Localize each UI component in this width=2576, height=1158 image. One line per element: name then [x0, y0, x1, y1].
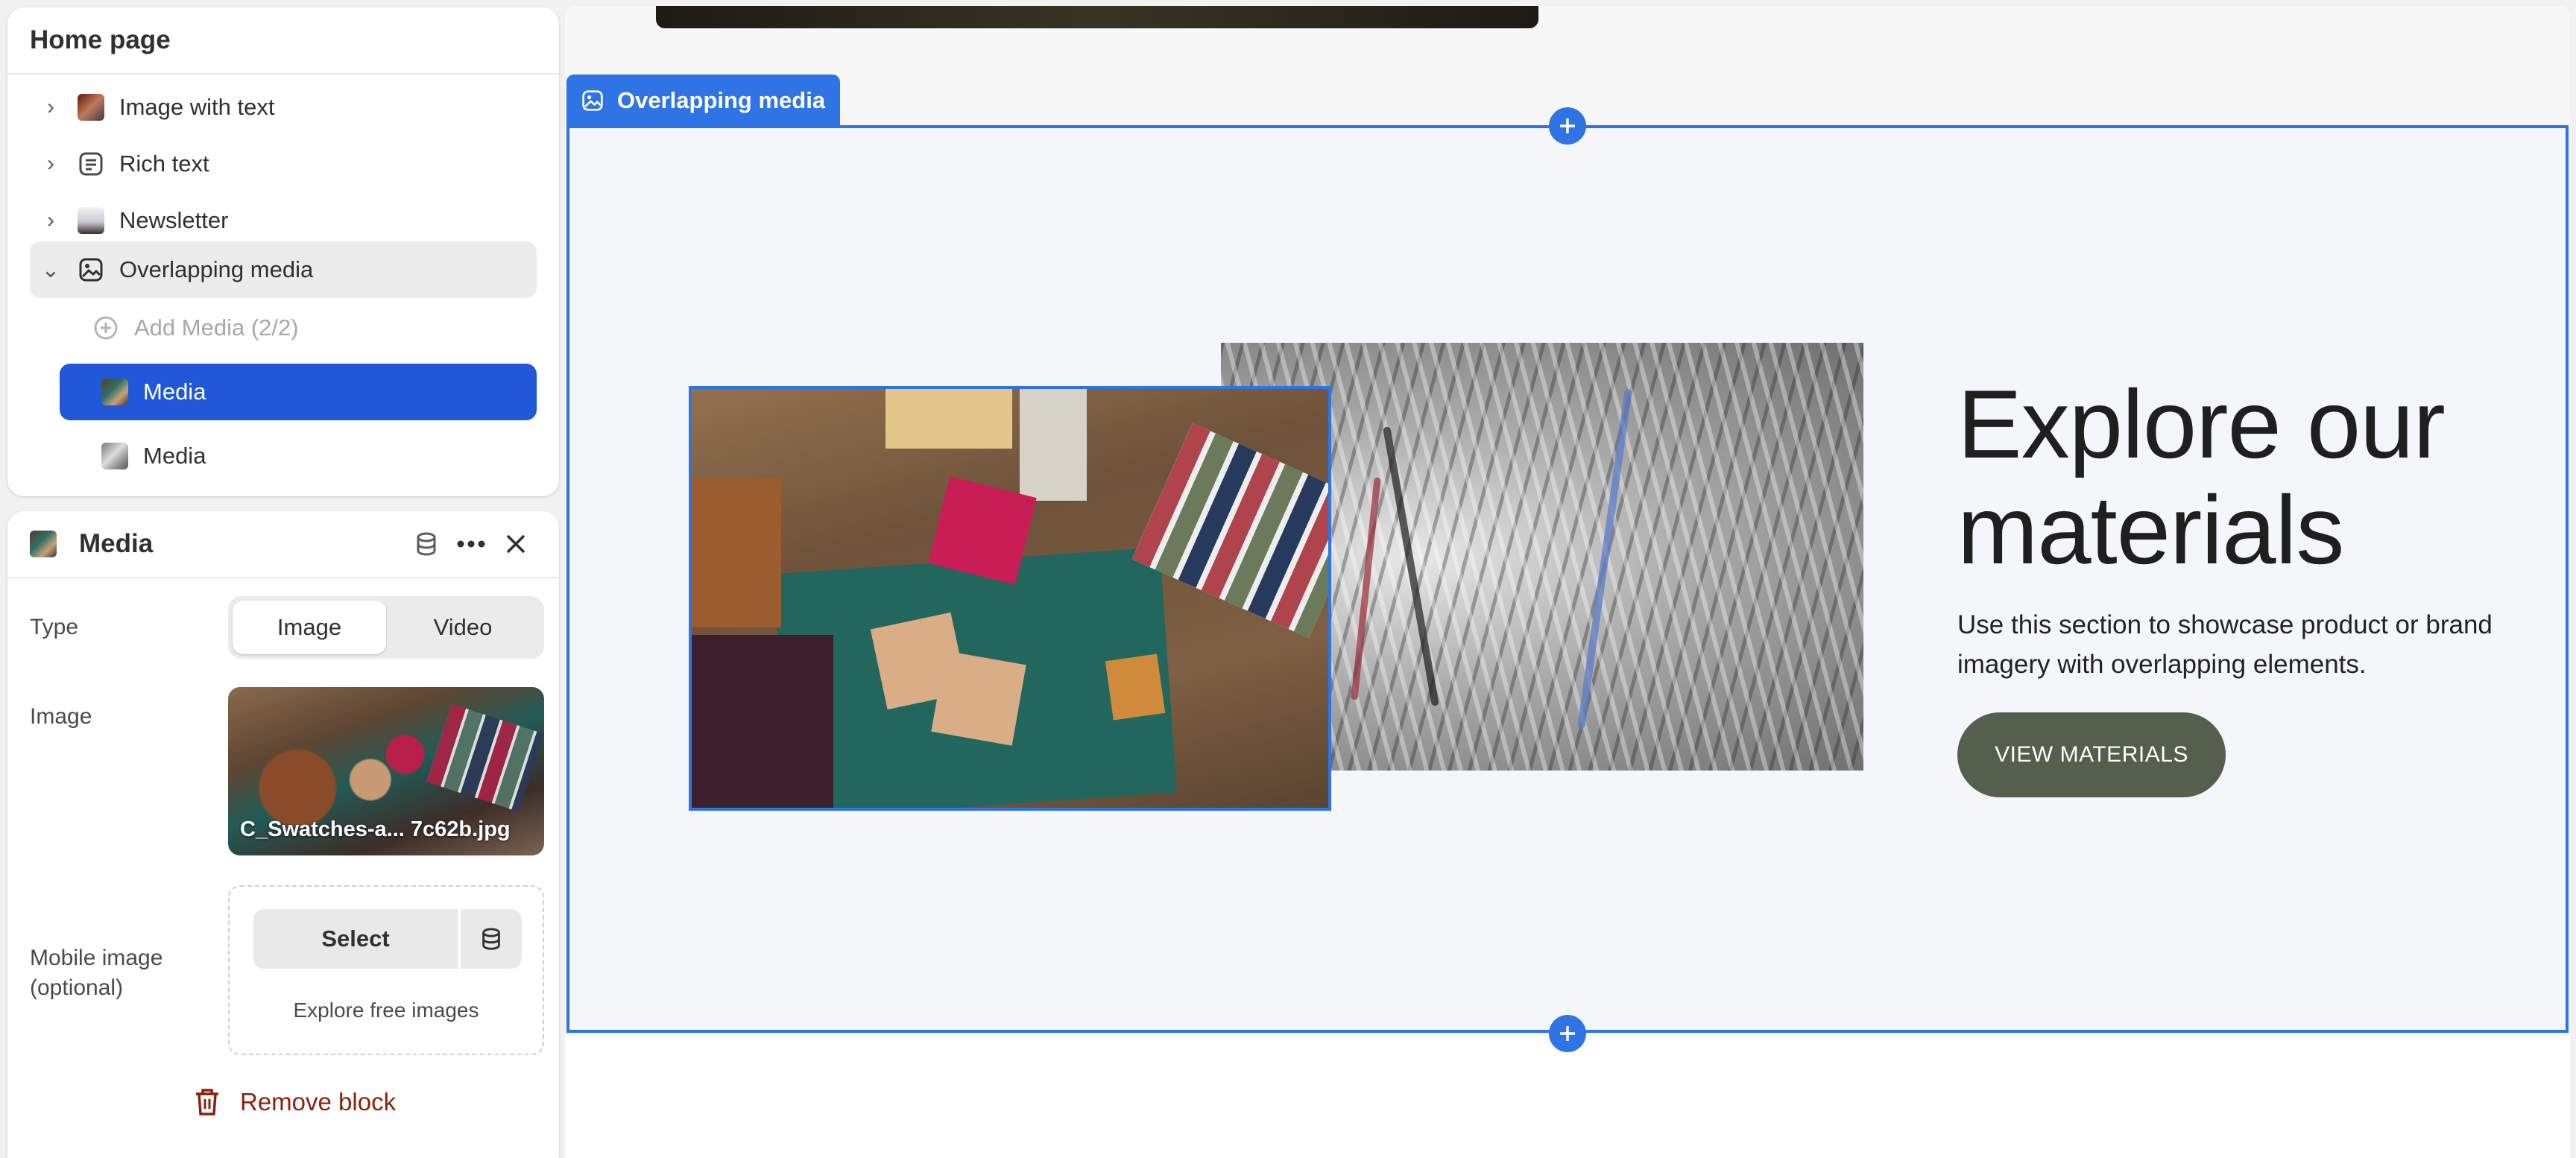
add-section-below-button[interactable] [1549, 1015, 1586, 1052]
section-thumbnail [78, 94, 104, 121]
leather-swatch [692, 478, 781, 627]
tree-item-media-1[interactable]: Media [60, 364, 537, 420]
type-label: Type [30, 615, 79, 639]
media-image-swatches[interactable] [689, 386, 1331, 811]
add-media-button[interactable]: Add Media (2/2) [60, 300, 537, 356]
tree-item-label: Newsletter [119, 207, 229, 233]
add-media-label: Add Media (2/2) [134, 314, 299, 341]
media-thumbnail [30, 531, 57, 557]
media-thumbnail [101, 379, 128, 405]
tree-item-image-with-text[interactable]: › Image with text [30, 79, 537, 136]
leather-patch [931, 651, 1026, 746]
close-icon[interactable] [495, 523, 537, 565]
tree-item-label: Media [143, 443, 206, 469]
tree-item-label: Media [143, 379, 206, 405]
image-preview-detail [426, 703, 544, 812]
tree-item-overlapping-media[interactable]: ⌄ Overlapping media [30, 241, 537, 298]
select-image-button[interactable]: Select [253, 909, 458, 969]
trash-icon [191, 1086, 224, 1119]
image-section-icon [78, 256, 104, 283]
section-tag-label: Overlapping media [617, 87, 826, 113]
section-heading: Explore our materials [1957, 370, 2446, 584]
chevron-right-icon[interactable]: › [36, 95, 66, 120]
image-picker[interactable]: C_Swatches-a... 7c62b.jpg [228, 687, 544, 855]
page-title: Home page [7, 7, 559, 75]
settings-title: Media [79, 529, 154, 558]
wool-fiber-detail [1351, 477, 1381, 700]
image-section-icon [581, 89, 604, 112]
chevron-down-icon[interactable]: ⌄ [36, 257, 66, 283]
type-segmented-control: Image Video [228, 596, 544, 659]
wool-fiber-detail [1577, 388, 1632, 730]
structure-panel: Home page › Image with text › Rich text … [7, 7, 559, 496]
chevron-right-icon[interactable]: › [36, 151, 66, 177]
type-option-image[interactable]: Image [233, 601, 386, 654]
fabric-book [692, 635, 833, 808]
mobile-image-label: Mobile image (optional) [30, 946, 163, 1000]
image-filename: C_Swatches-a... 7c62b.jpg [240, 817, 511, 841]
tree-item-rich-text[interactable]: › Rich text [30, 136, 537, 192]
wool-fiber-detail [1383, 426, 1439, 706]
tree-item-media-2[interactable]: Media [60, 428, 537, 484]
database-icon[interactable] [405, 523, 447, 565]
mobile-image-picker: Select Explore free images [228, 885, 544, 1055]
felt-swatch [1020, 389, 1087, 501]
section-tag[interactable]: Overlapping media [566, 75, 841, 127]
add-section-above-button[interactable] [1549, 107, 1586, 145]
tree-item-label: Rich text [119, 151, 209, 177]
plus-circle-icon [92, 314, 119, 341]
explore-free-images-link[interactable]: Explore free images [230, 999, 543, 1022]
select-group: Select [253, 909, 522, 969]
tree-item-label: Overlapping media [119, 256, 314, 282]
paper-swatch [886, 389, 1012, 449]
tree-item-newsletter[interactable]: › Newsletter [30, 192, 537, 249]
type-option-video[interactable]: Video [386, 601, 540, 654]
image-label: Image [30, 704, 92, 729]
view-materials-button[interactable]: VIEW MATERIALS [1957, 712, 2226, 797]
section-body-text: Use this section to showcase product or … [1957, 610, 2493, 679]
remove-block-label: Remove block [240, 1088, 397, 1116]
section-thumbnail [78, 207, 104, 234]
chevron-right-icon[interactable]: › [36, 208, 66, 233]
remove-block-button[interactable]: Remove block [191, 1083, 396, 1121]
text-block-icon [78, 151, 104, 177]
tree-item-label: Image with text [119, 94, 275, 120]
database-icon[interactable] [461, 909, 522, 969]
store-preview: Overlapping media Explore our materials … [565, 6, 2570, 1158]
block-settings-panel: Media Type Image Video Image C_Swatches-… [7, 511, 559, 1158]
media-thumbnail [101, 443, 128, 469]
leather-tag [1105, 654, 1166, 721]
settings-header: Media [7, 511, 559, 578]
more-horizontal-icon[interactable] [450, 523, 492, 565]
next-section-area [565, 1036, 2570, 1158]
previous-section-image [656, 6, 1538, 28]
